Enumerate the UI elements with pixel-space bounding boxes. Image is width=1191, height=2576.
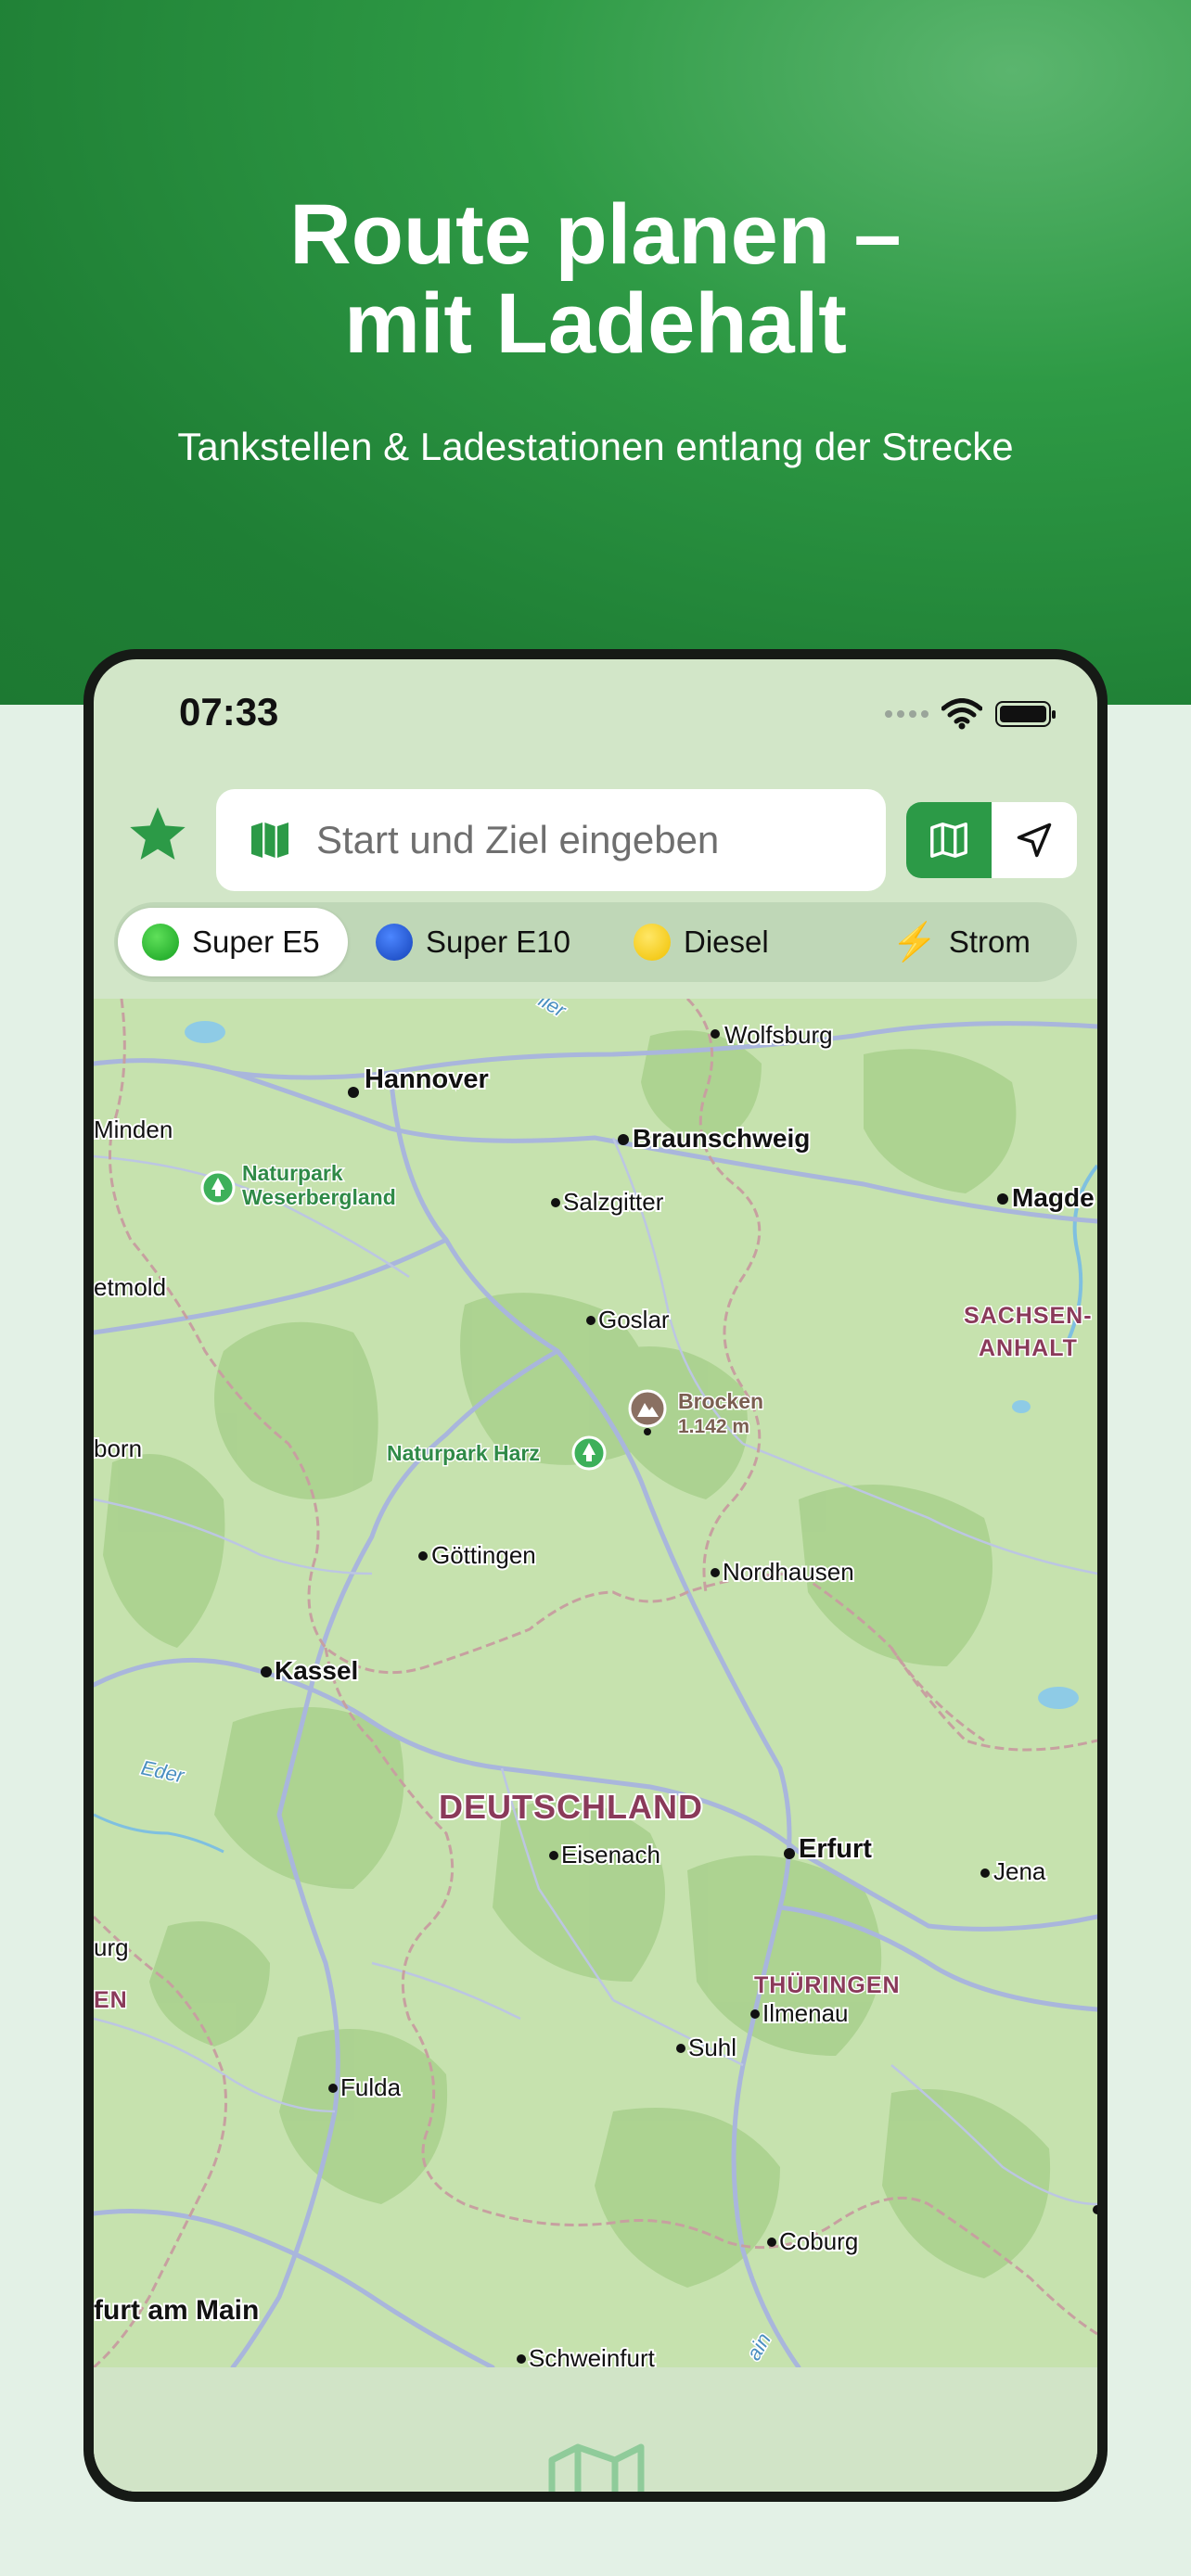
park-marker-icon bbox=[571, 1435, 607, 1471]
status-icons bbox=[885, 698, 1056, 730]
park-marker-icon bbox=[200, 1170, 236, 1205]
region-label: SACHSEN- bbox=[964, 1303, 1093, 1329]
city-label: Suhl bbox=[688, 2034, 736, 2061]
park-label: Weserbergland bbox=[242, 1185, 396, 1209]
route-search-field[interactable] bbox=[216, 789, 886, 891]
city-label: Wolfsburg bbox=[724, 1021, 833, 1049]
favorite-button[interactable] bbox=[122, 798, 194, 871]
city-label: Eisenach bbox=[561, 1841, 660, 1868]
city-label: Goslar bbox=[598, 1306, 670, 1333]
fuel-chip-super-e10[interactable]: Super E10 bbox=[365, 908, 596, 976]
fuel-chip-label: Strom bbox=[948, 925, 1031, 959]
city-label: Nordhausen bbox=[723, 1558, 854, 1586]
map-outline-icon bbox=[930, 823, 967, 858]
blue-dot-icon bbox=[376, 924, 413, 961]
city-label: Ilmenau bbox=[762, 1999, 849, 2027]
park-label: Naturpark Harz bbox=[387, 1441, 540, 1465]
status-bar: 07:33 bbox=[94, 659, 1097, 761]
hero-subtitle: Tankstellen & Ladestationen entlang der … bbox=[177, 425, 1014, 468]
peak-label: Brocken bbox=[678, 1389, 763, 1413]
region-label: ANHALT bbox=[979, 1335, 1078, 1361]
fuel-chip-diesel[interactable]: Diesel bbox=[624, 908, 810, 976]
map-location-toggle[interactable] bbox=[906, 802, 1077, 878]
lightning-icon: ⚡ bbox=[891, 922, 938, 963]
region-label: EN bbox=[94, 1987, 128, 2013]
map-icon bbox=[251, 823, 288, 858]
star-icon bbox=[130, 807, 186, 860]
city-label: Magde bbox=[1012, 1183, 1095, 1212]
map-view[interactable]: Hannover Wolfsburg Minden Braunschweig S… bbox=[94, 999, 1097, 2367]
city-label: Braunschweig bbox=[633, 1124, 810, 1153]
city-label: Göttingen bbox=[431, 1541, 536, 1569]
signal-dots-icon bbox=[885, 710, 928, 718]
yellow-dot-icon bbox=[634, 924, 671, 961]
fuel-chip-strom[interactable]: ⚡ Strom bbox=[891, 908, 1068, 976]
city-label: Salzgitter bbox=[563, 1188, 664, 1216]
city-label: Kassel bbox=[275, 1656, 358, 1685]
city-label: Jena bbox=[993, 1857, 1046, 1885]
city-label: Hannover bbox=[365, 1065, 489, 1094]
park-label: Naturpark bbox=[242, 1161, 343, 1185]
bottom-sheet[interactable] bbox=[94, 2367, 1097, 2492]
locate-button[interactable] bbox=[992, 802, 1077, 878]
green-dot-icon bbox=[142, 924, 179, 961]
fuel-chip-super-e5[interactable]: Super E5 bbox=[118, 908, 348, 976]
wifi-icon bbox=[941, 698, 982, 730]
phone-frame: 07:33 Start und Ziel eingeben Super E5 S… bbox=[83, 649, 1108, 2502]
peak-elevation: 1.142 m bbox=[678, 1416, 749, 1437]
map-mode-button[interactable] bbox=[906, 802, 992, 878]
status-time: 07:33 bbox=[179, 690, 279, 733]
fuel-type-selector: Super E5 Super E10 Diesel ⚡ Strom bbox=[114, 902, 1077, 982]
city-label: furt am Main bbox=[94, 2295, 259, 2326]
city-label: urg bbox=[94, 1933, 129, 1961]
city-label: Coburg bbox=[779, 2227, 858, 2255]
city-label: Fulda bbox=[340, 2073, 402, 2101]
battery-icon bbox=[995, 701, 1056, 727]
hero-banner: Route planen – mit Ladehalt Tankstellen … bbox=[0, 0, 1191, 705]
hero-title: Route planen – mit Ladehalt bbox=[289, 187, 902, 371]
city-label: Schweinfurt bbox=[529, 2344, 656, 2367]
city-label: Erfurt bbox=[799, 1834, 872, 1864]
fuel-chip-label: Super E5 bbox=[192, 925, 320, 959]
city-label: Minden bbox=[94, 1116, 173, 1143]
map-outline-icon bbox=[548, 2443, 645, 2492]
fuel-chip-label: Diesel bbox=[684, 925, 769, 959]
location-arrow-icon bbox=[1017, 823, 1052, 858]
country-label: DEUTSCHLAND bbox=[439, 1788, 703, 1826]
city-label: born bbox=[94, 1435, 142, 1462]
phone-screen: 07:33 Start und Ziel eingeben Super E5 S… bbox=[94, 659, 1097, 2492]
region-label: THÜRINGEN bbox=[754, 1971, 901, 1998]
route-search-input[interactable] bbox=[314, 817, 838, 863]
city-label: etmold bbox=[94, 1273, 166, 1301]
fuel-chip-label: Super E10 bbox=[426, 925, 570, 959]
